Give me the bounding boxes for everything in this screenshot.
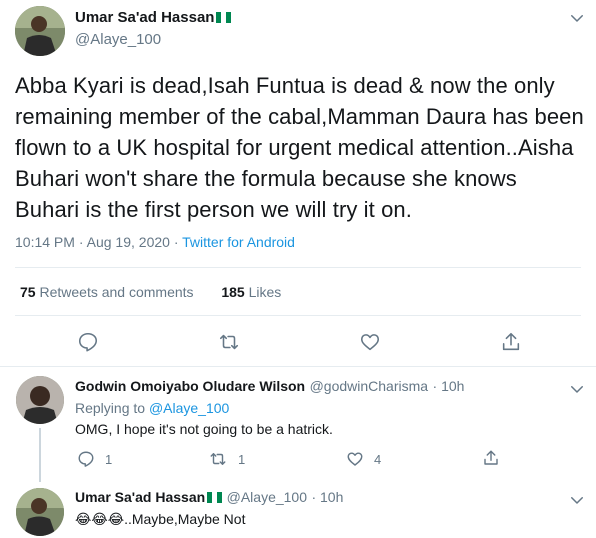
chevron-down-icon[interactable] (568, 9, 586, 27)
like-count: 4 (374, 451, 382, 467)
reply-text-line: 😂😂😂..Maybe,Maybe Not (75, 511, 245, 528)
like-icon (347, 452, 363, 466)
nigeria-flag-icon (207, 490, 223, 503)
divider (0, 366, 596, 367)
share-button[interactable] (500, 331, 522, 353)
avatar[interactable] (15, 6, 65, 56)
author-handle[interactable]: @godwinCharisma (310, 378, 428, 394)
retweet-button[interactable] (218, 331, 240, 353)
share-icon (484, 450, 498, 465)
retweet-count: 1 (238, 451, 246, 467)
author-name[interactable]: Godwin Omoiyabo Oludare Wilson (75, 378, 305, 394)
like-button[interactable] (359, 331, 381, 353)
avatar-image (16, 376, 64, 424)
tweet-stats: 75 Retweets and comments 185 Likes (20, 284, 281, 300)
tweet-time[interactable]: 10:14 PM (15, 234, 75, 250)
retweet-button[interactable]: 1 (208, 450, 245, 468)
emoji-laughing: 😂😂😂 (75, 511, 125, 527)
reply-author-line: Godwin Omoiyabo Oludare Wilson @godwinCh… (75, 378, 464, 396)
reply-icon (78, 451, 94, 467)
retweet-icon (219, 334, 239, 350)
author-handle[interactable]: @Alaye_100 (227, 489, 307, 505)
like-button[interactable]: 4 (346, 450, 381, 468)
reply-text: OMG, I hope it's not going to be a hatri… (75, 421, 333, 437)
reply-author-line: Umar Sa'ad Hassan @Alaye_100 · 10h (75, 489, 343, 507)
reply-button[interactable] (77, 331, 99, 353)
meta-separator: · (78, 234, 84, 250)
chevron-down-icon[interactable] (568, 380, 586, 398)
author-name[interactable]: Umar Sa'ad Hassan (75, 489, 205, 505)
avatar[interactable] (16, 488, 64, 536)
replying-prefix: Replying to (75, 400, 146, 416)
like-icon (360, 334, 380, 351)
likes-count: 185 (221, 284, 245, 300)
replying-to-line: Replying to @Alaye_100 (75, 400, 229, 416)
reply-text: ..Maybe,Maybe Not (124, 511, 246, 527)
author-line: Umar Sa'ad Hassan (75, 9, 232, 27)
reply-time[interactable]: · 10h (433, 378, 465, 394)
tweet-date[interactable]: Aug 19, 2020 (87, 234, 170, 250)
retweets-label: Retweets and comments (39, 284, 194, 300)
meta-separator: · (173, 234, 179, 250)
likes-label: Likes (248, 284, 282, 300)
tweet-source[interactable]: Twitter for Android (182, 234, 295, 250)
chevron-down-icon[interactable] (568, 491, 586, 509)
divider (15, 315, 581, 316)
reply-count: 1 (105, 451, 113, 467)
retweets-stat[interactable]: 75 Retweets and comments (20, 284, 194, 300)
avatar-image (15, 6, 65, 56)
share-button[interactable] (482, 449, 500, 467)
retweets-count: 75 (20, 284, 36, 300)
author-handle[interactable]: @Alaye_100 (75, 31, 161, 48)
replying-to-handle[interactable]: @Alaye_100 (149, 400, 229, 416)
thread-line (39, 428, 41, 482)
divider (15, 267, 581, 268)
retweet-icon (210, 453, 226, 465)
avatar-image (16, 488, 64, 536)
reply-icon (78, 332, 98, 352)
author-name[interactable]: Umar Sa'ad Hassan (75, 9, 214, 26)
reply-button[interactable]: 1 (77, 450, 112, 468)
likes-stat[interactable]: 185 Likes (221, 284, 281, 300)
share-icon (502, 332, 520, 351)
tweet-meta: 10:14 PM · Aug 19, 2020 · Twitter for An… (15, 234, 295, 250)
tweet-text: Abba Kyari is dead,Isah Funtua is dead &… (15, 73, 584, 222)
nigeria-flag-icon (216, 10, 232, 23)
avatar[interactable] (16, 376, 64, 424)
reply-time[interactable]: · 10h (311, 489, 343, 505)
